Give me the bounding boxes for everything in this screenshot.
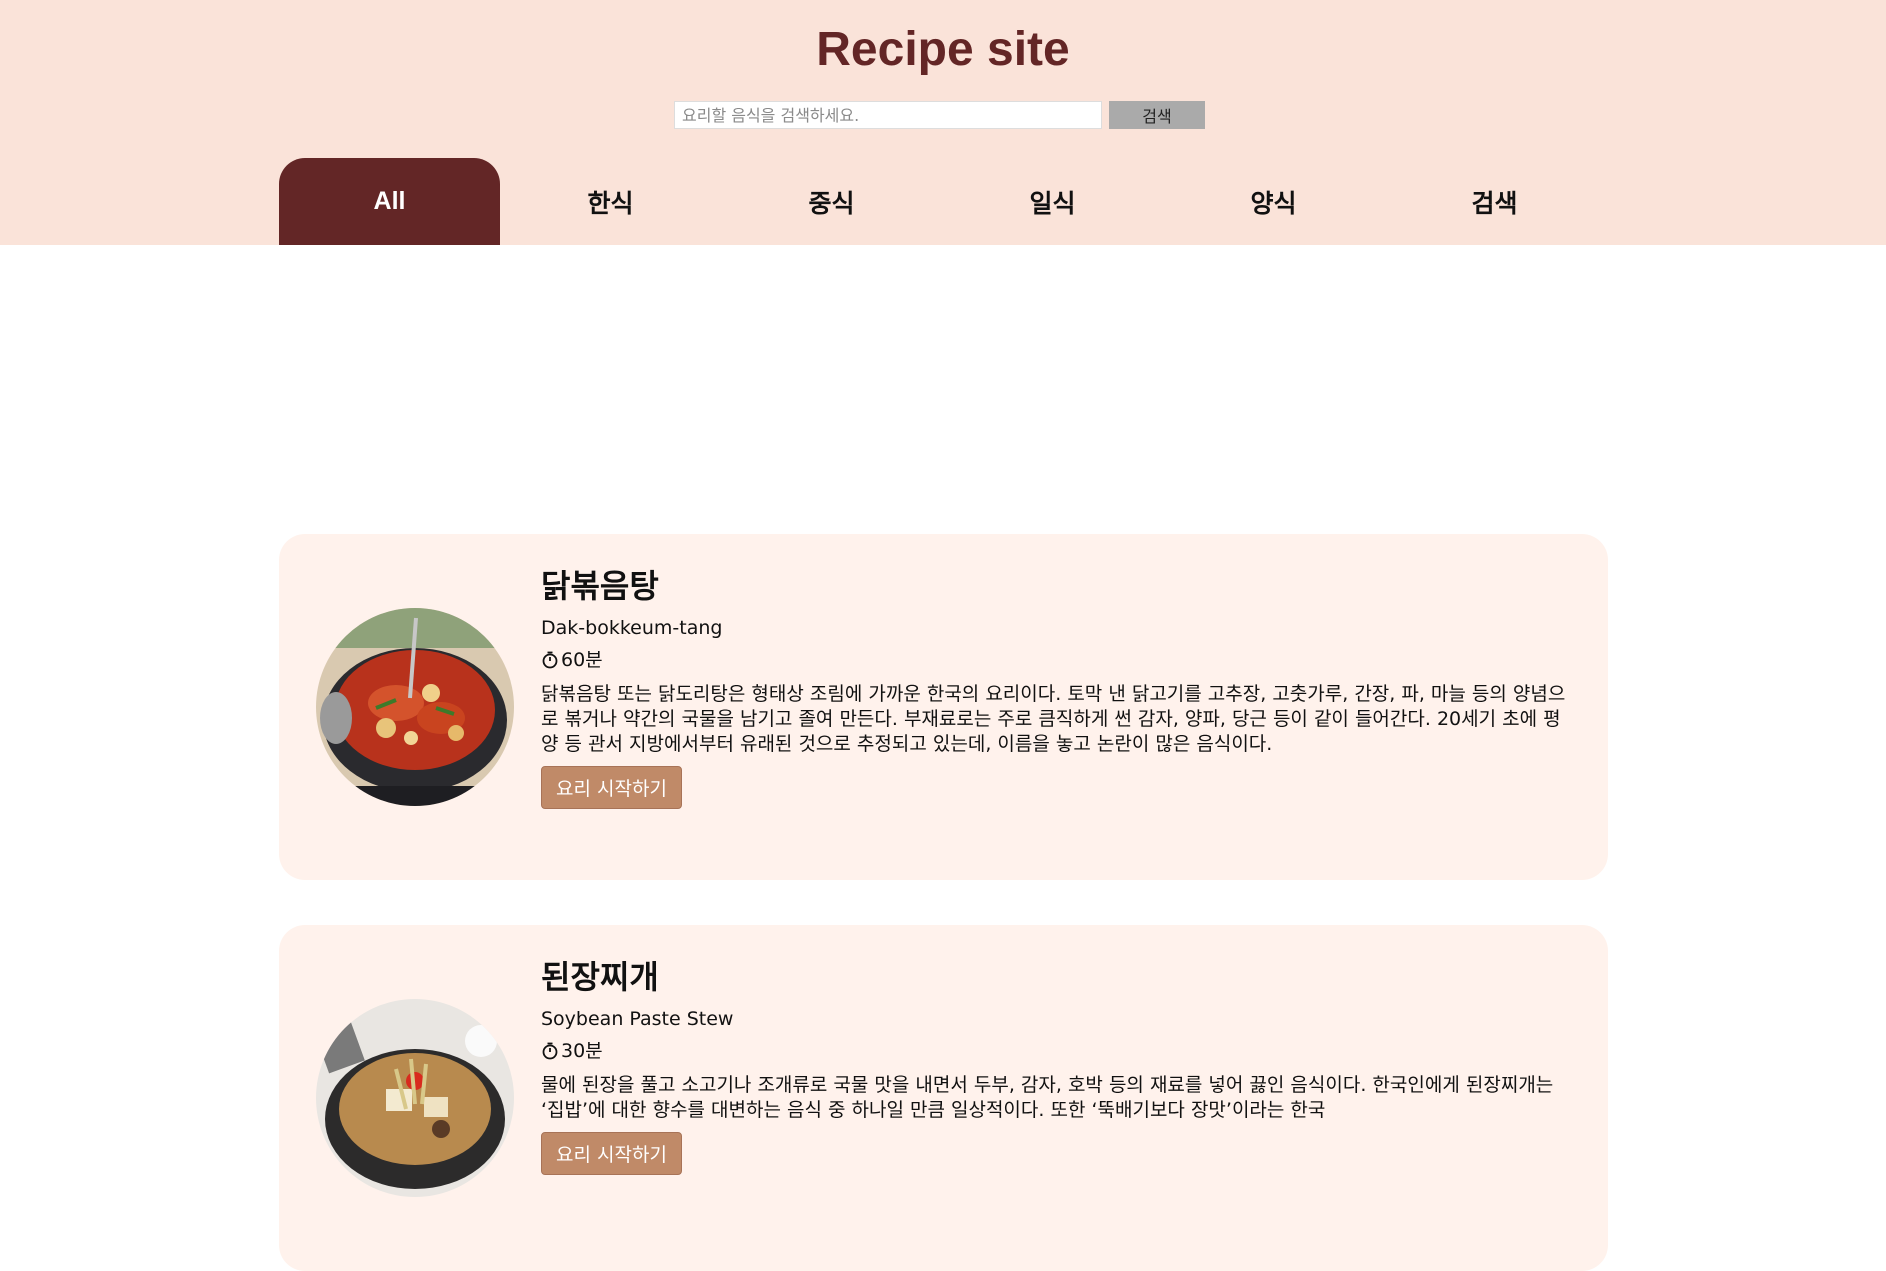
category-tabs: All 한식 중식 일식 양식 검색 [279, 158, 1605, 245]
tab-search[interactable]: 검색 [1384, 158, 1605, 245]
tab-japanese[interactable]: 일식 [942, 158, 1163, 245]
site-header: Recipe site 검색 All 한식 중식 일식 양식 검색 [0, 0, 1886, 245]
tab-korean[interactable]: 한식 [500, 158, 721, 245]
recipe-details: 닭볶음탕 Dak-bokkeum-tang 60분 닭볶음탕 또는 닭도리탕은 … [541, 564, 1581, 809]
recipe-name: 닭볶음탕 [541, 567, 659, 605]
tab-chinese[interactable]: 중식 [721, 158, 942, 245]
recipe-description: 물에 된장을 풀고 소고기나 조개류로 국물 맛을 내면서 두부, 감자, 호박… [541, 1074, 1554, 1121]
start-cooking-button[interactable]: 요리 시작하기 [541, 766, 682, 809]
recipe-time: 30분 [541, 1039, 1581, 1063]
recipe-time-value: 60분 [561, 649, 603, 671]
timer-icon [541, 1042, 559, 1060]
search-bar: 검색 [674, 101, 1205, 129]
recipe-card: 된장찌개 Soybean Paste Stew 30분 물에 된장을 풀고 소고… [279, 925, 1608, 1271]
soybean-stew-photo [316, 999, 514, 1197]
recipe-english-name: Dak-bokkeum-tang [541, 617, 723, 639]
recipe-name: 된장찌개 [541, 958, 659, 996]
recipe-english-name: Soybean Paste Stew [541, 1008, 734, 1030]
recipe-description: 닭볶음탕 또는 닭도리탕은 형태상 조림에 가까운 한국의 요리이다. 토막 낸… [541, 683, 1566, 755]
tab-all[interactable]: All [279, 158, 500, 245]
recipe-details: 된장찌개 Soybean Paste Stew 30분 물에 된장을 풀고 소고… [541, 955, 1581, 1175]
site-title: Recipe site [816, 23, 1070, 76]
timer-icon [541, 651, 559, 669]
tab-western[interactable]: 양식 [1163, 158, 1384, 245]
search-input[interactable] [674, 101, 1102, 129]
braised-chicken-photo [316, 608, 514, 806]
recipe-card: 닭볶음탕 Dak-bokkeum-tang 60분 닭볶음탕 또는 닭도리탕은 … [279, 534, 1608, 880]
recipe-time-value: 30분 [561, 1040, 603, 1062]
search-button[interactable]: 검색 [1109, 101, 1205, 129]
recipe-time: 60분 [541, 648, 1581, 672]
start-cooking-button[interactable]: 요리 시작하기 [541, 1132, 682, 1175]
